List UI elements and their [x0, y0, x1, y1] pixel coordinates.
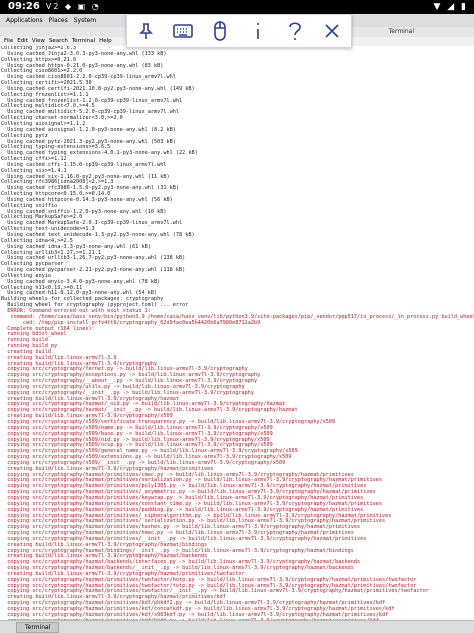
vnc-toolbar — [126, 14, 352, 48]
menu-help[interactable]: Help — [99, 37, 112, 46]
menu-file[interactable]: File — [4, 37, 13, 46]
help-button[interactable] — [281, 17, 309, 45]
taskbar-item-terminal[interactable]: Terminal — [16, 622, 60, 633]
keyboard-button[interactable] — [169, 17, 197, 45]
pin-icon — [138, 23, 153, 39]
close-icon — [325, 24, 339, 38]
mouse-icon — [214, 21, 227, 41]
window-title: Terminal — [388, 28, 414, 35]
mouse-button[interactable] — [206, 17, 234, 45]
close-button[interactable] — [318, 17, 346, 45]
info-button[interactable] — [244, 17, 272, 45]
help-icon — [289, 22, 301, 40]
menu-view[interactable]: View — [32, 37, 45, 46]
keyboard-icon — [173, 24, 193, 38]
pin-button[interactable] — [132, 17, 160, 45]
status-icons-right: ▼ ◢ ▮ — [433, 2, 468, 12]
clock: 09:26 — [8, 1, 40, 12]
status-icons-left: V2 ◆ ▣ ◔ — [45, 2, 101, 11]
system-menu[interactable]: System — [74, 14, 96, 27]
menu-terminal[interactable]: Terminal — [72, 37, 95, 46]
menu-search[interactable]: Search — [49, 37, 68, 46]
menu-edit[interactable]: Edit — [17, 37, 28, 46]
bottom-taskbar: Terminal — [0, 620, 474, 633]
terminal-output[interactable]: Collecting jinja2>=2.6.3 Using cached Ji… — [0, 46, 474, 620]
applications-menu[interactable]: Applications — [6, 14, 43, 27]
android-status-bar: 09:26 V2 ◆ ▣ ◔ ▼ ◢ ▮ — [0, 0, 474, 14]
info-icon — [256, 23, 259, 39]
places-menu[interactable]: Places — [49, 14, 68, 27]
